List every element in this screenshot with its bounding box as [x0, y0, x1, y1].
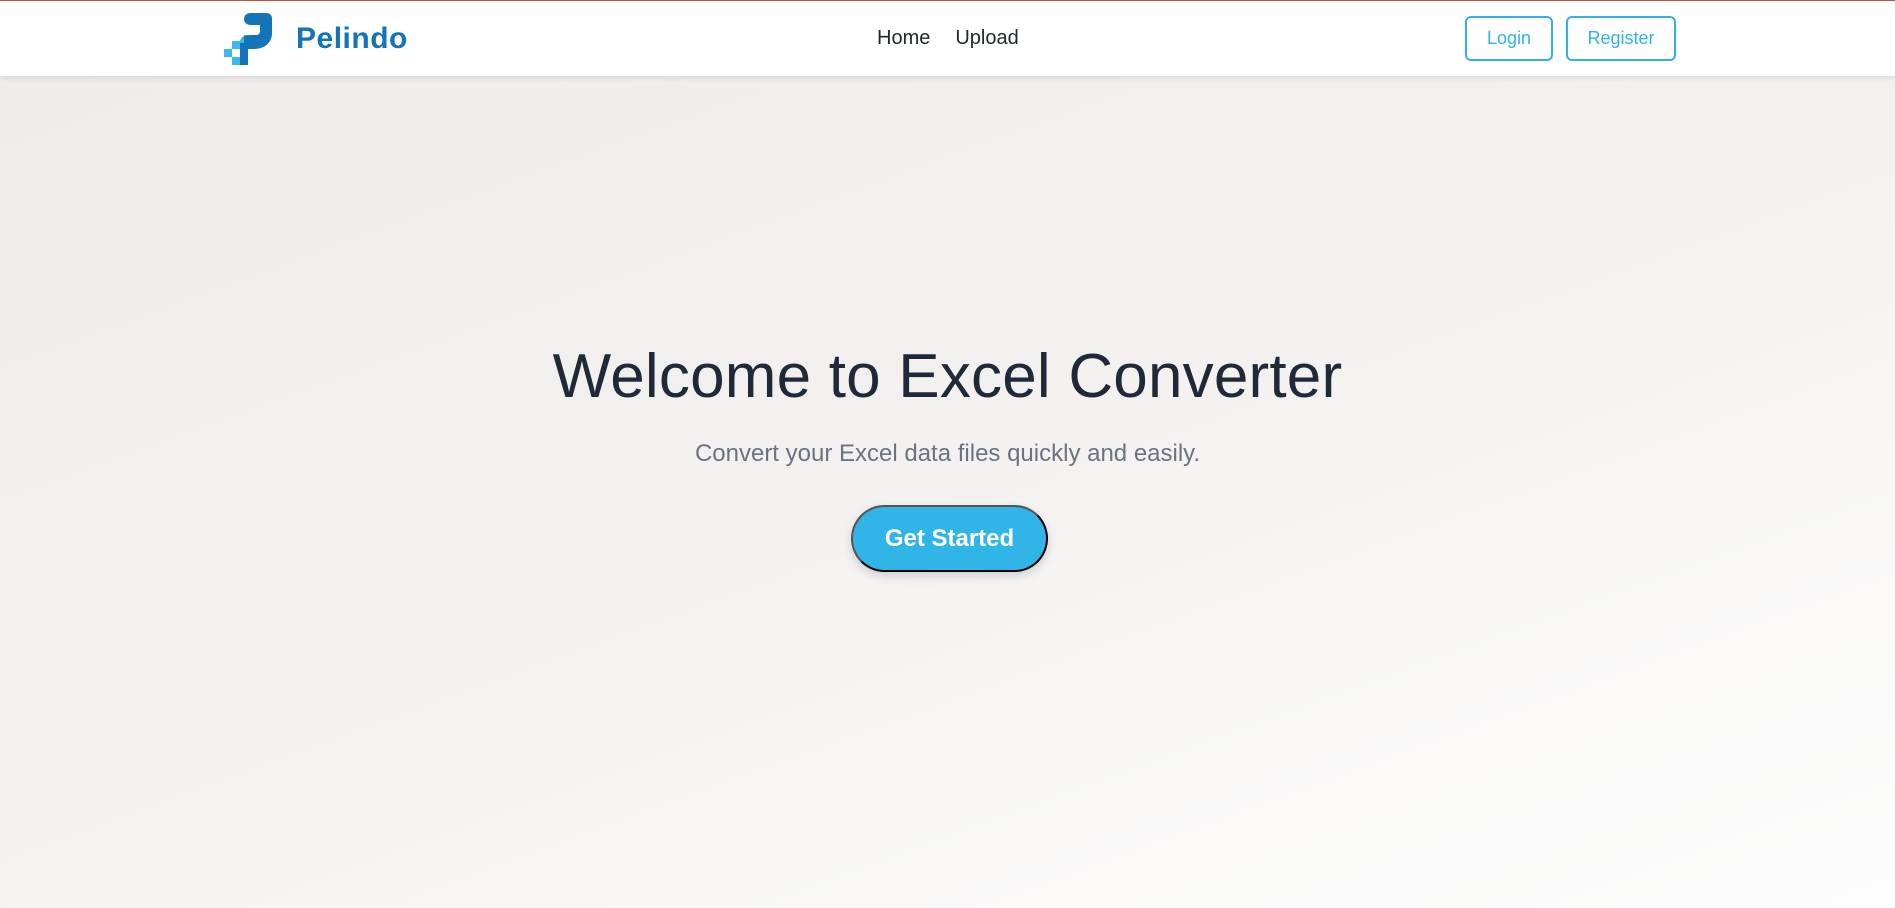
- register-button[interactable]: Register: [1566, 16, 1676, 61]
- pelindo-logo-icon: [224, 13, 272, 65]
- nav-link-upload[interactable]: Upload: [955, 27, 1018, 50]
- hero-subtitle: Convert your Excel data files quickly an…: [694, 440, 1201, 467]
- auth-buttons: Login Register: [1465, 16, 1676, 61]
- hero-section: Welcome to Excel Converter Convert your …: [0, 76, 1895, 908]
- brand-name: Pelindo: [296, 22, 408, 55]
- hero-title: Welcome to Excel Converter: [552, 342, 1343, 411]
- login-button[interactable]: Login: [1465, 16, 1553, 61]
- nav-link-home[interactable]: Home: [877, 27, 930, 50]
- navbar: Pelindo Home Upload Login Register: [0, 1, 1895, 76]
- get-started-button[interactable]: Get Started: [851, 505, 1048, 572]
- brand-link[interactable]: Pelindo: [224, 13, 408, 65]
- main-nav: Home Upload: [877, 27, 1019, 50]
